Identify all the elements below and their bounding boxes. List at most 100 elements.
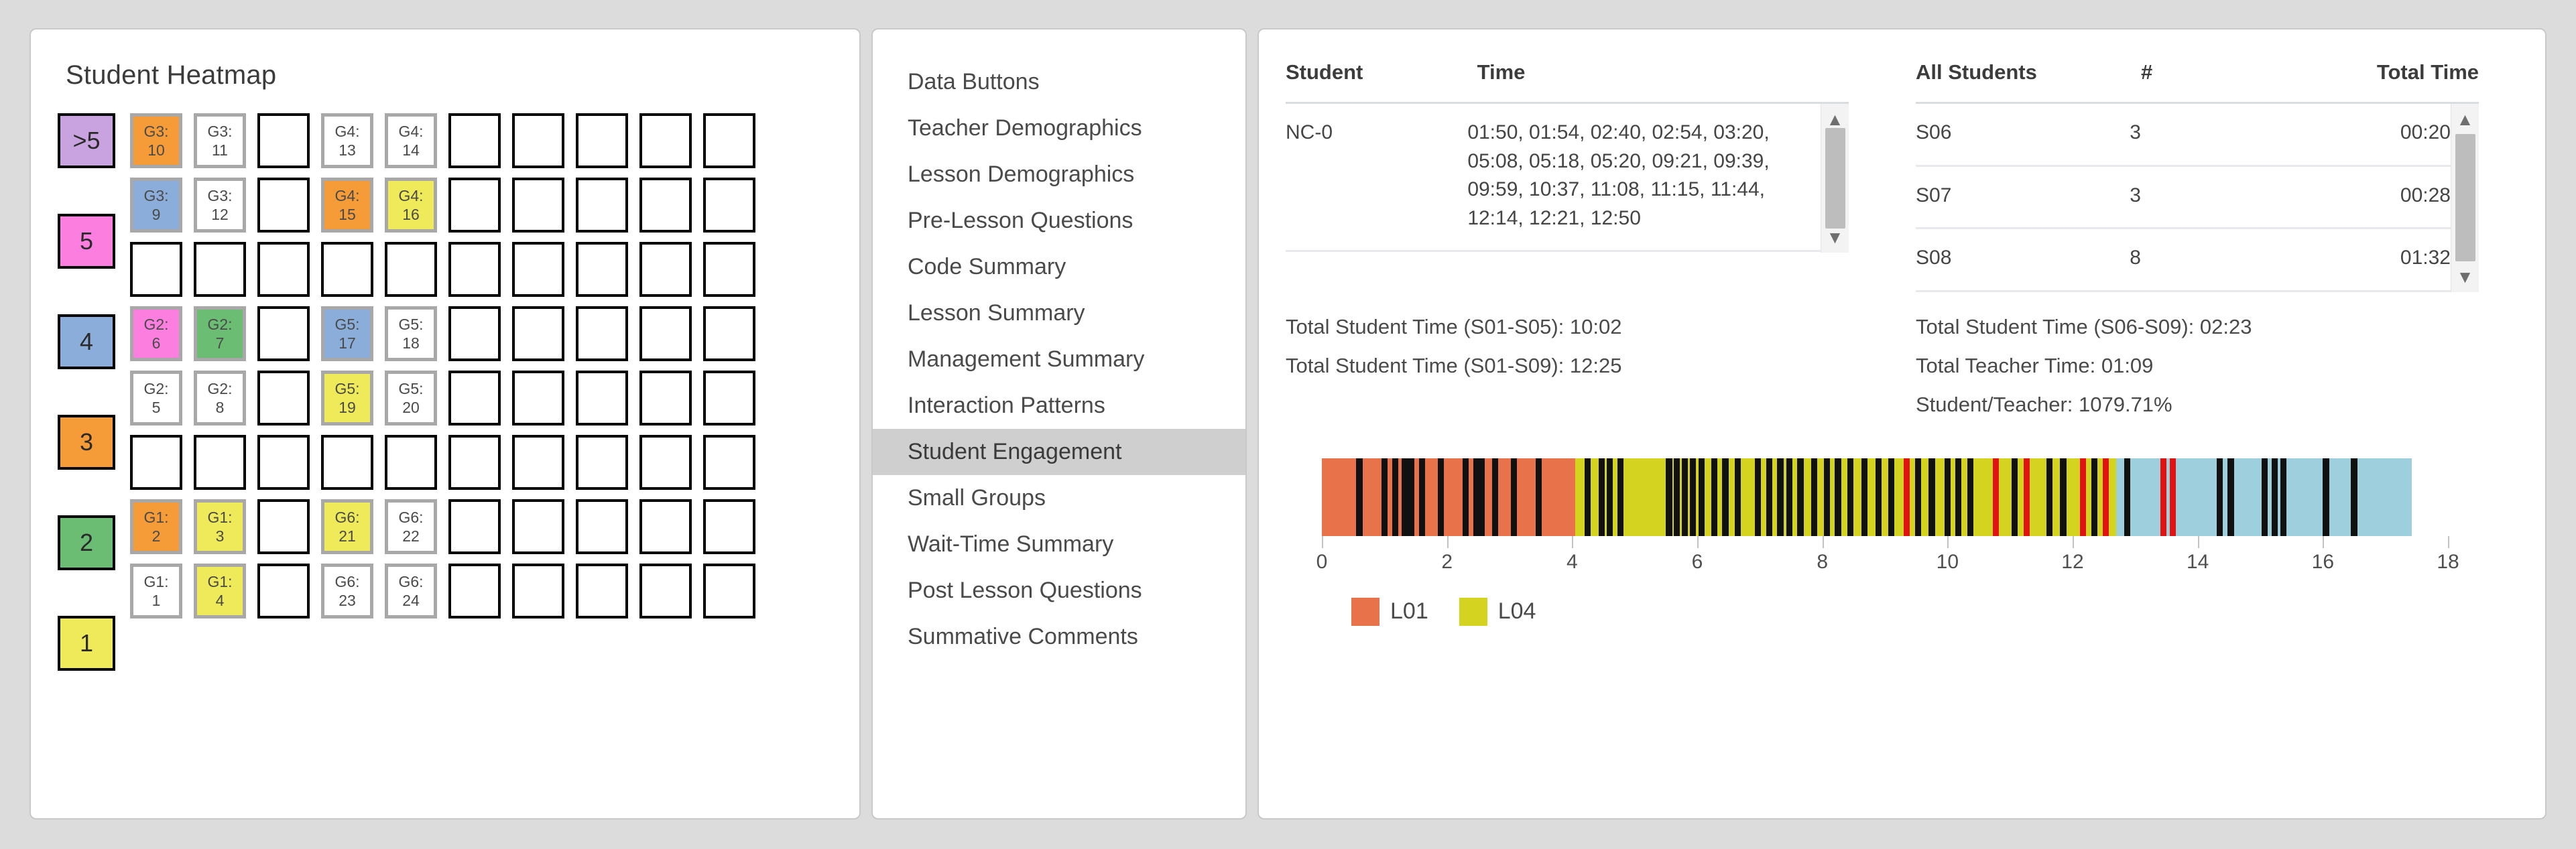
- heatmap-empty-cell[interactable]: [703, 113, 755, 168]
- all-students-scrollbar[interactable]: ▲ ▼: [2451, 104, 2479, 292]
- heatmap-empty-cell[interactable]: [257, 178, 310, 233]
- heatmap-empty-cell[interactable]: [639, 435, 692, 490]
- heatmap-empty-cell[interactable]: [257, 499, 310, 554]
- col-total-time[interactable]: Total Time: [2282, 51, 2479, 104]
- heatmap-empty-cell[interactable]: [385, 242, 437, 297]
- heatmap-empty-cell[interactable]: [448, 435, 501, 490]
- heatmap-empty-cell[interactable]: [512, 113, 564, 168]
- heatmap-student-cell[interactable]: G3: 10: [130, 113, 182, 168]
- heatmap-student-cell[interactable]: G1: 1: [130, 564, 182, 618]
- heatmap-student-cell[interactable]: G2: 8: [194, 371, 246, 426]
- menu-item-lesson-demographics[interactable]: Lesson Demographics: [873, 151, 1245, 198]
- heatmap-empty-cell[interactable]: [385, 435, 437, 490]
- heatmap-student-cell[interactable]: G5: 20: [385, 371, 437, 426]
- heatmap-empty-cell[interactable]: [448, 113, 501, 168]
- heatmap-student-cell[interactable]: G4: 13: [321, 113, 373, 168]
- heatmap-empty-cell[interactable]: [512, 371, 564, 426]
- heatmap-empty-cell[interactable]: [321, 242, 373, 297]
- table-row[interactable]: NC-0 01:50, 01:54, 02:40, 02:54, 03:20, 0…: [1286, 104, 1821, 253]
- menu-item-summative-comments[interactable]: Summative Comments: [873, 614, 1245, 660]
- heatmap-empty-cell[interactable]: [639, 371, 692, 426]
- heatmap-student-cell[interactable]: G5: 18: [385, 306, 437, 361]
- heatmap-legend-cell[interactable]: >5: [58, 113, 115, 168]
- scroll-up-icon[interactable]: ▲: [2457, 111, 2474, 128]
- heatmap-legend-cell[interactable]: 2: [58, 515, 115, 570]
- heatmap-empty-cell[interactable]: [448, 371, 501, 426]
- legend-item[interactable]: L01: [1351, 597, 1428, 626]
- heatmap-empty-cell[interactable]: [576, 371, 628, 426]
- heatmap-student-cell[interactable]: G6: 23: [321, 564, 373, 618]
- menu-item-pre-lesson-questions[interactable]: Pre-Lesson Questions: [873, 198, 1245, 244]
- scrollbar-thumb[interactable]: [2455, 134, 2475, 262]
- heatmap-empty-cell[interactable]: [703, 564, 755, 618]
- table-row[interactable]: S07 3 00:28: [1916, 166, 2451, 230]
- menu-item-teacher-demographics[interactable]: Teacher Demographics: [873, 105, 1245, 151]
- menu-item-post-lesson-questions[interactable]: Post Lesson Questions: [873, 568, 1245, 614]
- heatmap-empty-cell[interactable]: [512, 178, 564, 233]
- heatmap-student-cell[interactable]: G2: 7: [194, 306, 246, 361]
- heatmap-empty-cell[interactable]: [257, 242, 310, 297]
- heatmap-empty-cell[interactable]: [512, 499, 564, 554]
- heatmap-student-cell[interactable]: G4: 15: [321, 178, 373, 233]
- menu-item-code-summary[interactable]: Code Summary: [873, 244, 1245, 290]
- heatmap-empty-cell[interactable]: [512, 242, 564, 297]
- heatmap-empty-cell[interactable]: [448, 242, 501, 297]
- col-student[interactable]: Student: [1286, 51, 1477, 104]
- heatmap-student-cell[interactable]: G3: 12: [194, 178, 246, 233]
- heatmap-empty-cell[interactable]: [194, 435, 246, 490]
- heatmap-empty-cell[interactable]: [703, 371, 755, 426]
- menu-item-interaction-patterns[interactable]: Interaction Patterns: [873, 383, 1245, 429]
- heatmap-student-cell[interactable]: G2: 5: [130, 371, 182, 426]
- heatmap-empty-cell[interactable]: [576, 113, 628, 168]
- menu-item-data-buttons[interactable]: Data Buttons: [873, 59, 1245, 105]
- heatmap-empty-cell[interactable]: [703, 435, 755, 490]
- heatmap-student-cell[interactable]: G4: 14: [385, 113, 437, 168]
- table-row[interactable]: S06 3 00:20: [1916, 104, 2451, 167]
- legend-item[interactable]: L04: [1459, 597, 1536, 626]
- heatmap-empty-cell[interactable]: [448, 306, 501, 361]
- heatmap-empty-cell[interactable]: [639, 499, 692, 554]
- heatmap-empty-cell[interactable]: [257, 306, 310, 361]
- heatmap-student-cell[interactable]: G1: 4: [194, 564, 246, 618]
- heatmap-empty-cell[interactable]: [448, 499, 501, 554]
- heatmap-empty-cell[interactable]: [257, 564, 310, 618]
- menu-item-small-groups[interactable]: Small Groups: [873, 475, 1245, 521]
- heatmap-empty-cell[interactable]: [703, 499, 755, 554]
- timeline-bar[interactable]: [1322, 458, 2448, 536]
- col-time[interactable]: Time: [1477, 51, 1849, 104]
- heatmap-student-cell[interactable]: G6: 24: [385, 564, 437, 618]
- menu-item-lesson-summary[interactable]: Lesson Summary: [873, 290, 1245, 336]
- heatmap-empty-cell[interactable]: [639, 178, 692, 233]
- heatmap-empty-cell[interactable]: [639, 113, 692, 168]
- heatmap-student-cell[interactable]: G6: 22: [385, 499, 437, 554]
- heatmap-empty-cell[interactable]: [448, 178, 501, 233]
- heatmap-empty-cell[interactable]: [257, 113, 310, 168]
- table-row[interactable]: S08 8 01:32: [1916, 228, 2451, 292]
- heatmap-student-cell[interactable]: G5: 17: [321, 306, 373, 361]
- scrollbar-thumb[interactable]: [1825, 128, 1845, 228]
- scroll-down-icon[interactable]: ▼: [2457, 268, 2474, 285]
- heatmap-student-cell[interactable]: G1: 3: [194, 499, 246, 554]
- col-count[interactable]: #: [2141, 51, 2282, 104]
- heatmap-empty-cell[interactable]: [703, 242, 755, 297]
- scroll-up-icon[interactable]: ▲: [1827, 111, 1844, 128]
- heatmap-legend-cell[interactable]: 1: [58, 616, 115, 671]
- heatmap-empty-cell[interactable]: [576, 306, 628, 361]
- heatmap-empty-cell[interactable]: [321, 435, 373, 490]
- student-time-scrollbar[interactable]: ▲ ▼: [1821, 104, 1849, 253]
- scroll-down-icon[interactable]: ▼: [1827, 228, 1844, 246]
- heatmap-legend-cell[interactable]: 4: [58, 314, 115, 369]
- heatmap-student-cell[interactable]: G6: 21: [321, 499, 373, 554]
- heatmap-student-cell[interactable]: G5: 19: [321, 371, 373, 426]
- menu-item-management-summary[interactable]: Management Summary: [873, 336, 1245, 383]
- heatmap-empty-cell[interactable]: [639, 306, 692, 361]
- heatmap-empty-cell[interactable]: [512, 564, 564, 618]
- heatmap-empty-cell[interactable]: [639, 242, 692, 297]
- heatmap-student-cell[interactable]: G3: 11: [194, 113, 246, 168]
- heatmap-empty-cell[interactable]: [257, 371, 310, 426]
- heatmap-legend-cell[interactable]: 3: [58, 415, 115, 470]
- heatmap-empty-cell[interactable]: [257, 435, 310, 490]
- heatmap-empty-cell[interactable]: [130, 435, 182, 490]
- heatmap-student-cell[interactable]: G3: 9: [130, 178, 182, 233]
- heatmap-empty-cell[interactable]: [512, 435, 564, 490]
